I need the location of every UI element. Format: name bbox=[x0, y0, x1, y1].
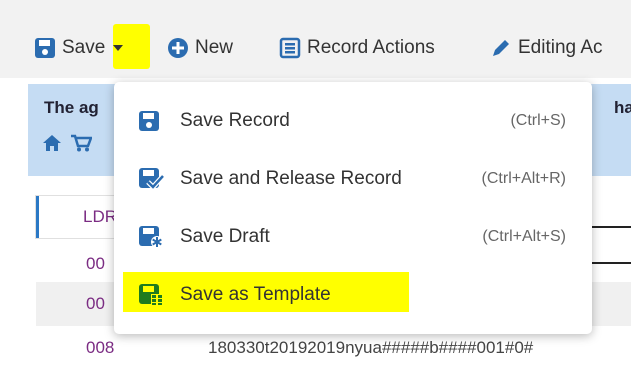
list-box-icon bbox=[279, 37, 301, 59]
save-button[interactable]: Save bbox=[34, 34, 124, 62]
record-actions-label: Record Actions bbox=[307, 37, 435, 58]
field-value[interactable]: 180330t20192019nyua#####b####001#0# bbox=[208, 338, 533, 358]
field-tag: LDR bbox=[83, 207, 118, 226]
menu-item-label: Save Draft bbox=[180, 226, 270, 247]
menu-item-shortcut: (Ctrl+Alt+R) bbox=[481, 170, 566, 187]
pencil-icon bbox=[490, 37, 512, 59]
save-button-label: Save bbox=[62, 37, 106, 58]
menu-item-label: Save Record bbox=[180, 110, 290, 131]
cart-icon[interactable] bbox=[70, 134, 93, 157]
save-asterisk-icon bbox=[138, 225, 164, 249]
field-underline bbox=[591, 262, 631, 264]
save-icon bbox=[34, 37, 56, 59]
banner-icons bbox=[42, 134, 93, 157]
save-template-icon bbox=[138, 283, 164, 307]
field-tag: 008 bbox=[86, 338, 115, 357]
menu-item-save-and-release[interactable]: Save and Release Record (Ctrl+Alt+R) bbox=[114, 150, 592, 208]
menu-item-shortcut: (Ctrl+Alt+S) bbox=[482, 228, 566, 245]
field-tag: 00 bbox=[86, 254, 105, 273]
menu-item-shortcut: (Ctrl+S) bbox=[510, 112, 566, 129]
banner-text: The ag bbox=[44, 98, 99, 117]
plus-circle-icon bbox=[167, 37, 189, 59]
save-icon bbox=[138, 110, 160, 132]
home-icon[interactable] bbox=[42, 134, 62, 157]
field-tag: 00 bbox=[86, 294, 105, 313]
new-button-label: New bbox=[195, 37, 234, 58]
chevron-down-icon[interactable] bbox=[113, 45, 124, 51]
toolbar: Save New Record Actions Editing Ac bbox=[0, 0, 631, 78]
field-underline bbox=[591, 226, 631, 228]
editing-actions-button[interactable]: Editing Ac bbox=[490, 34, 603, 62]
menu-item-save-as-template[interactable]: Save as Template bbox=[114, 266, 592, 324]
save-check-icon bbox=[138, 167, 164, 191]
save-dropdown-menu: Save Record (Ctrl+S) Save and Release Re… bbox=[114, 82, 592, 334]
editing-actions-label: Editing Ac bbox=[518, 37, 603, 58]
menu-item-label: Save as Template bbox=[180, 284, 331, 305]
record-actions-button[interactable]: Record Actions bbox=[279, 34, 435, 62]
new-button[interactable]: New bbox=[167, 34, 233, 62]
ldr-field[interactable]: LDR bbox=[36, 196, 125, 238]
menu-item-save-record[interactable]: Save Record (Ctrl+S) bbox=[114, 92, 592, 150]
banner-text-right: han t bbox=[614, 98, 631, 117]
menu-item-save-draft[interactable]: Save Draft (Ctrl+Alt+S) bbox=[114, 208, 592, 266]
menu-item-label: Save and Release Record bbox=[180, 168, 402, 189]
